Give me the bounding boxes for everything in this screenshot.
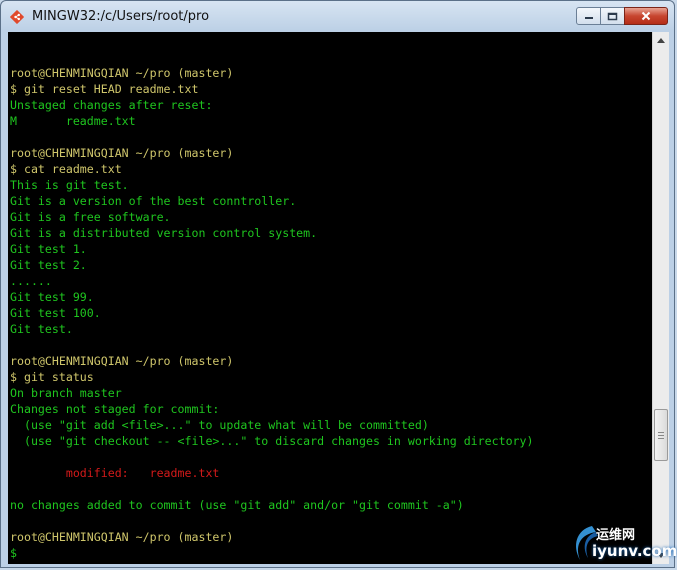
maximize-button[interactable] bbox=[600, 7, 625, 25]
terminal-line: no changes added to commit (use "git add… bbox=[10, 498, 464, 512]
minimize-icon bbox=[584, 17, 593, 19]
thumb-grip-line bbox=[658, 435, 664, 436]
terminal-line: Git test 1. bbox=[10, 242, 87, 256]
terminal-line: $ cat readme.txt bbox=[10, 162, 122, 176]
terminal-line: Git test 99. bbox=[10, 290, 94, 304]
title-bar[interactable]: MINGW32:/c/Users/root/pro bbox=[1, 1, 674, 32]
terminal-window: MINGW32:/c/Users/root/pro root@CHENMINGQ… bbox=[0, 0, 675, 568]
git-diamond-icon bbox=[10, 10, 24, 24]
terminal-line: Git is a version of the best conntroller… bbox=[10, 194, 297, 208]
terminal-line: Git test 100. bbox=[10, 306, 101, 320]
minimize-button[interactable] bbox=[576, 7, 601, 25]
vertical-scrollbar[interactable] bbox=[652, 32, 669, 564]
terminal-line: modified: readme.txt bbox=[10, 466, 220, 480]
watermark-logo: 运维网 iyunv.com bbox=[570, 520, 677, 568]
terminal-line: (use "git checkout -- <file>..." to disc… bbox=[10, 434, 534, 448]
terminal-line: root@CHENMINGQIAN ~/pro (master) bbox=[10, 146, 234, 160]
terminal-line: Git test 2. bbox=[10, 258, 87, 272]
terminal-output[interactable]: root@CHENMINGQIAN ~/pro (master) $ git re… bbox=[10, 49, 650, 561]
terminal-line: root@CHENMINGQIAN ~/pro (master) bbox=[10, 66, 234, 80]
terminal-line: This is git test. bbox=[10, 178, 129, 192]
watermark-name: 运维网 bbox=[596, 528, 636, 543]
terminal-line: root@CHENMINGQIAN ~/pro (master) bbox=[10, 530, 234, 544]
thumb-grip-line bbox=[658, 432, 664, 433]
maximize-icon bbox=[607, 12, 618, 20]
scroll-up-button[interactable] bbox=[653, 32, 669, 49]
scrollbar-thumb[interactable] bbox=[654, 409, 668, 461]
close-button[interactable] bbox=[624, 7, 668, 25]
terminal-line: $ git status bbox=[10, 370, 94, 384]
terminal-line: $ git reset HEAD readme.txt bbox=[10, 82, 199, 96]
terminal-line: (use "git add <file>..." to update what … bbox=[10, 418, 429, 432]
terminal-line: M readme.txt bbox=[10, 114, 136, 128]
thumb-grip-line bbox=[658, 438, 664, 439]
watermark-url: iyunv.com bbox=[592, 542, 677, 560]
terminal-line: Git is a distributed version control sys… bbox=[10, 226, 318, 240]
terminal-client-area[interactable]: root@CHENMINGQIAN ~/pro (master) $ git re… bbox=[8, 32, 669, 564]
close-icon bbox=[641, 11, 651, 21]
caption-buttons bbox=[576, 7, 668, 27]
scroll-up-arrow-icon bbox=[657, 38, 665, 43]
terminal-line: root@CHENMINGQIAN ~/pro (master) bbox=[10, 354, 234, 368]
terminal-line: Git test. bbox=[10, 322, 73, 336]
terminal-line: Changes not staged for commit: bbox=[10, 402, 220, 416]
terminal-line: Unstaged changes after reset: bbox=[10, 98, 213, 112]
terminal-line: On branch master bbox=[10, 386, 122, 400]
terminal-line: Git is a free software. bbox=[10, 210, 171, 224]
window-title: MINGW32:/c/Users/root/pro bbox=[32, 9, 210, 24]
terminal-line: $ bbox=[10, 546, 17, 560]
terminal-line: ...... bbox=[10, 274, 52, 288]
